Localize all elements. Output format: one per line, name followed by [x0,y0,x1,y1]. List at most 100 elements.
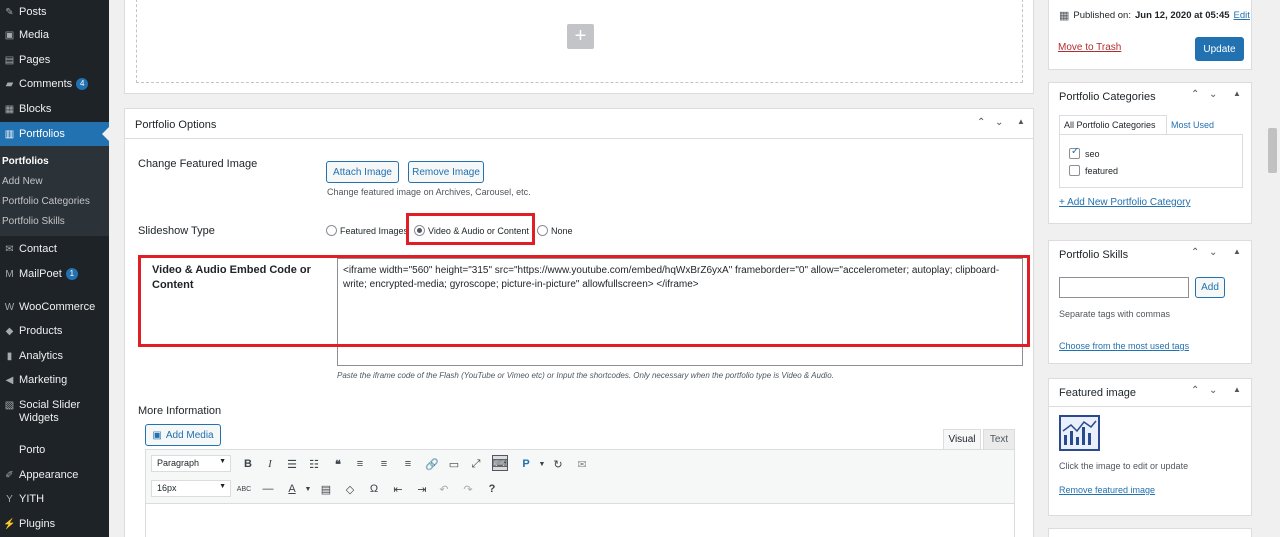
toggle-panel-icon[interactable]: ▲ [1233,89,1241,98]
checkbox[interactable] [1069,146,1080,159]
highlight-embed-code [138,255,1030,347]
move-to-trash-link[interactable]: Move to Trash [1058,42,1121,53]
outdent-icon[interactable]: ⇤ [390,481,406,497]
submenu-portfolios[interactable]: Portfolios [2,156,49,167]
indent-icon[interactable]: ⇥ [414,481,430,497]
sidebar-item-comments[interactable]: ▰ Comments 4 [0,72,109,96]
fullscreen-icon[interactable]: ⤢ [468,456,484,472]
text-color-icon[interactable]: A [284,481,300,497]
tab-most-used[interactable]: Most Used [1171,120,1214,130]
chevron-down-icon[interactable]: ▼ [300,481,316,497]
blockquote-icon[interactable]: ❝ [330,456,346,472]
strikethrough-icon[interactable]: ABC [236,481,252,497]
clear-format-icon[interactable]: ◇ [342,481,358,497]
woo-icon: W [4,301,15,313]
skills-input[interactable] [1059,277,1189,298]
bullet-list-icon[interactable]: ☰ [284,456,300,472]
chevron-down-icon[interactable]: ▼ [534,456,550,472]
undo-icon[interactable]: ↶ [436,481,452,497]
read-more-icon[interactable]: ▭ [446,456,462,472]
sidebar-item-mailpoet[interactable]: M MailPoet 1 [0,262,109,286]
sidebar-item-marketing[interactable]: ◀ Marketing [0,368,109,392]
redo-icon[interactable]: ↷ [460,481,476,497]
move-down-icon[interactable]: ⌄ [995,117,1003,128]
choose-most-used-link[interactable]: Choose from the most used tags [1059,341,1189,351]
blocks-icon: ▦ [4,103,15,115]
horizontal-line-icon[interactable]: — [260,481,276,497]
email-icon[interactable]: ✉ [574,456,590,472]
category-seo[interactable]: seo [1069,146,1100,159]
categories-title: Portfolio Categories [1059,91,1156,103]
numbered-list-icon[interactable]: ☷ [306,456,322,472]
align-left-icon[interactable]: ≡ [352,456,368,472]
page-scrollbar-thumb[interactable] [1268,128,1277,173]
toggle-panel-icon[interactable]: ▲ [1233,385,1241,394]
sidebar-item-media[interactable]: ▣ Media [0,23,109,47]
align-center-icon[interactable]: ≡ [376,456,392,472]
radio-button[interactable] [326,225,337,236]
more-information-label: More Information [138,405,222,417]
media-icon: ▣ [152,429,162,441]
editor-content-area[interactable] [145,503,1015,537]
remove-featured-image-link[interactable]: Remove featured image [1059,485,1155,495]
remove-image-button[interactable]: Remove Image [408,161,484,183]
sidebar-item-social-slider[interactable]: ▧ Social Slider Widgets [0,394,109,428]
sidebar-item-portfolios[interactable]: ▥ Portfolios [0,122,109,146]
current-menu-pointer [102,126,110,142]
sidebar-item-plugins[interactable]: ⚡ Plugins [0,512,109,536]
submenu-add-new[interactable]: Add New [2,176,43,187]
tab-all-categories[interactable]: All Portfolio Categories [1059,115,1167,135]
add-skill-button[interactable]: Add [1195,277,1225,298]
move-up-icon[interactable]: ⌃ [1191,89,1199,100]
sidebar-item-contact[interactable]: ✉ Contact [0,237,109,261]
add-block-button[interactable]: + [567,24,594,49]
submenu-portfolio-skills[interactable]: Portfolio Skills [2,216,65,227]
toggle-panel-icon[interactable]: ▲ [1233,247,1241,256]
submenu-portfolio-categories[interactable]: Portfolio Categories [2,196,90,207]
edit-date-link[interactable]: Edit [1234,10,1250,21]
brush-icon: ✐ [5,469,14,481]
format-select[interactable]: Paragraph ▼ [151,455,231,472]
sidebar-item-yith[interactable]: Y YITH [0,487,109,511]
checkbox[interactable] [1069,165,1080,176]
update-button[interactable]: Update [1195,37,1244,61]
bold-icon[interactable]: B [240,456,256,472]
sidebar-item-appearance[interactable]: ✐ Appearance [0,463,109,487]
move-down-icon[interactable]: ⌄ [1209,89,1217,100]
sidebar-item-posts[interactable]: ✎ Posts [0,0,109,24]
move-down-icon[interactable]: ⌄ [1209,247,1217,258]
help-icon[interactable]: ? [484,481,500,497]
radio-featured-images[interactable]: Featured Images [326,225,408,236]
refresh-icon[interactable]: ↻ [550,456,566,472]
tab-text[interactable]: Text [983,429,1015,449]
comments-count-badge: 4 [76,78,89,90]
font-size-select[interactable]: 16px ▼ [151,480,231,497]
toolbar-toggle-icon[interactable]: ⌨ [492,455,508,471]
sidebar-item-woocommerce[interactable]: W WooCommerce [0,295,109,319]
move-up-icon[interactable]: ⌃ [1191,247,1199,258]
toggle-panel-icon[interactable]: ▲ [1017,117,1025,126]
move-down-icon[interactable]: ⌄ [1209,385,1217,396]
sidebar-item-porto[interactable]: Porto [0,438,109,462]
paste-text-icon[interactable]: ▤ [318,481,334,497]
featured-image-thumbnail[interactable] [1059,415,1100,451]
italic-icon[interactable]: I [262,456,278,472]
sidebar-item-products[interactable]: ◆ Products [0,319,109,343]
special-character-icon[interactable]: Ω [366,481,382,497]
align-right-icon[interactable]: ≡ [400,456,416,472]
move-up-icon[interactable]: ⌃ [977,117,985,128]
add-media-button[interactable]: ▣ Add Media [145,424,221,446]
sidebar-item-pages[interactable]: ▤ Pages [0,48,109,72]
porto-shortcode-icon[interactable]: P [518,456,534,472]
add-new-category-link[interactable]: + Add New Portfolio Category [1059,197,1190,208]
tab-visual[interactable]: Visual [943,429,981,449]
radio-button[interactable] [537,225,548,236]
radio-none[interactable]: None [537,225,573,236]
link-icon[interactable]: 🔗 [424,456,440,472]
sidebar-item-blocks[interactable]: ▦ Blocks [0,97,109,121]
move-up-icon[interactable]: ⌃ [1191,385,1199,396]
category-featured[interactable]: featured [1069,165,1118,176]
attach-image-button[interactable]: Attach Image [326,161,399,183]
editor-toolbar: Paragraph ▼ B I ☰ ☷ ❝ ≡ ≡ ≡ 🔗 ▭ ⤢ ⌨ P ▼ ↻… [145,449,1015,504]
sidebar-item-analytics[interactable]: ▮ Analytics [0,344,109,368]
